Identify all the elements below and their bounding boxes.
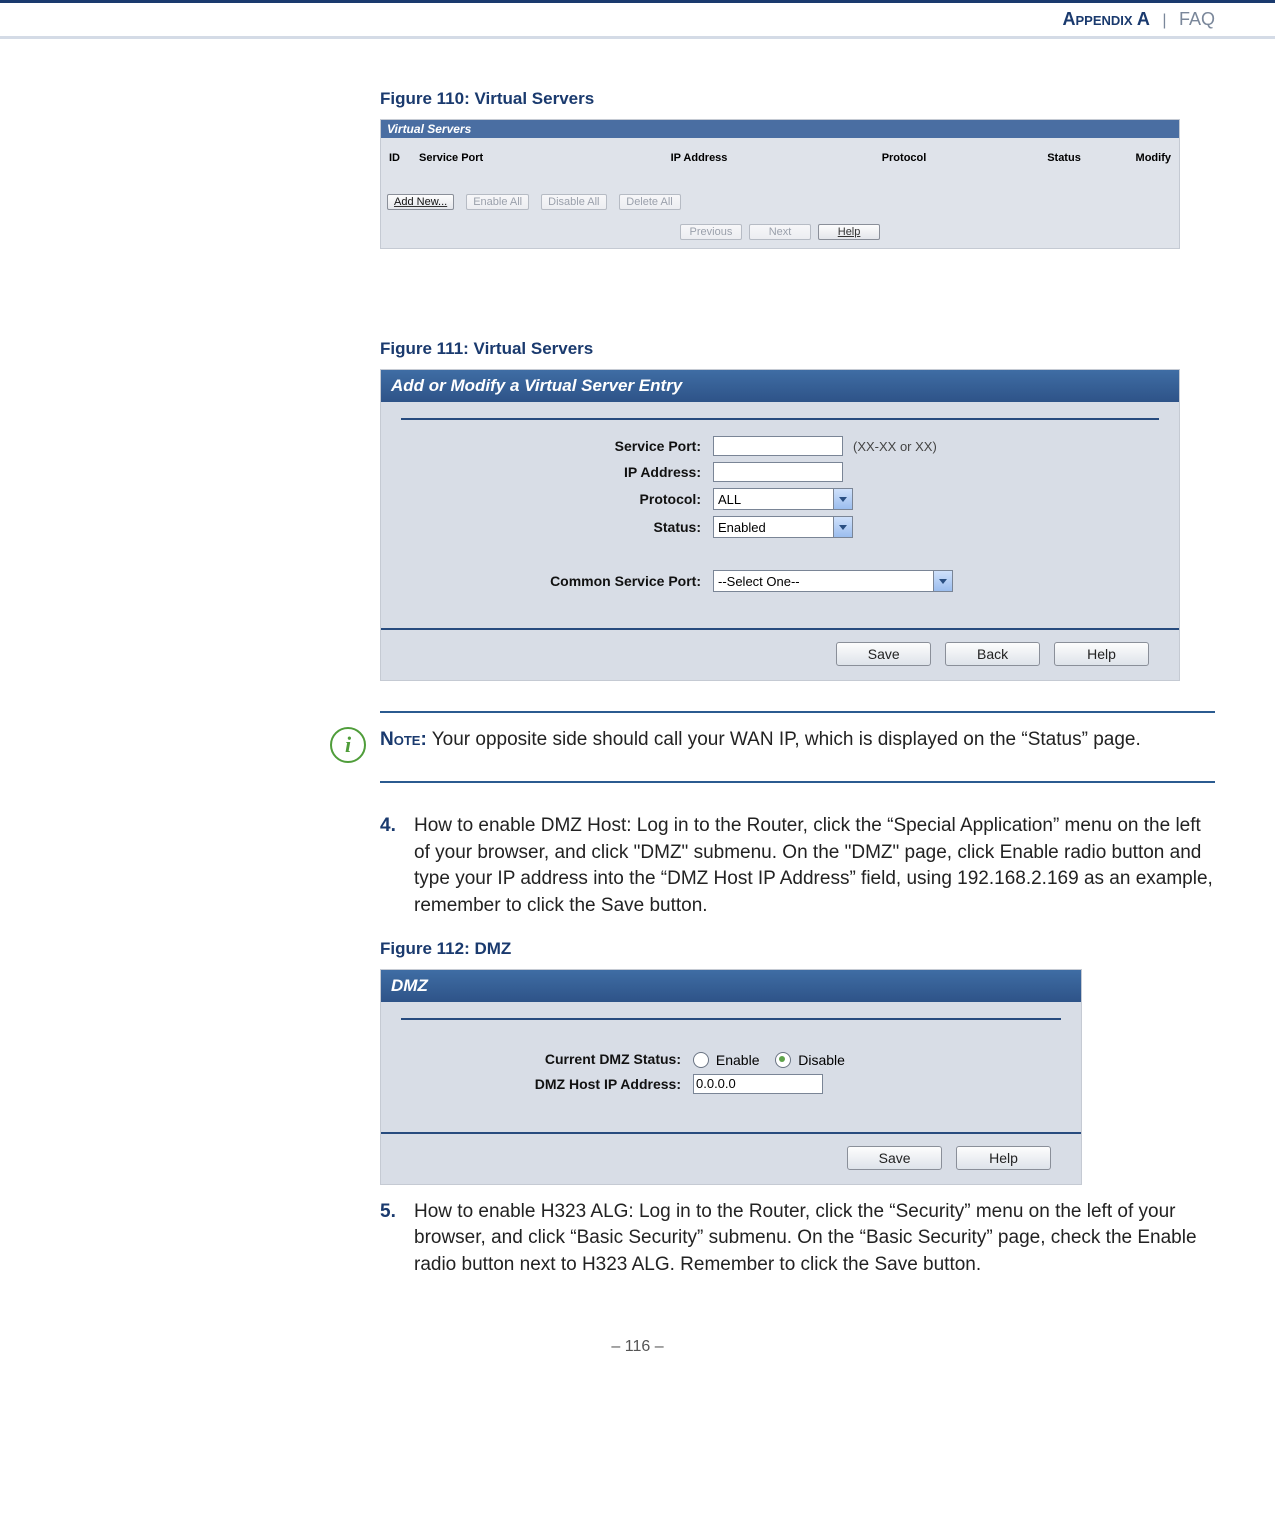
fig110-button-row-1: Add New... Enable All Disable All Delete… <box>381 190 1179 214</box>
enable-all-button[interactable]: Enable All <box>466 194 529 210</box>
col-id: ID <box>389 152 419 164</box>
fig110-column-headers: ID Service Port IP Address Protocol Stat… <box>381 138 1179 180</box>
figure-110-panel: Virtual Servers ID Service Port IP Addre… <box>380 119 1180 249</box>
disable-all-button[interactable]: Disable All <box>541 194 606 210</box>
ip-address-input[interactable] <box>713 462 843 482</box>
col-ip-address: IP Address <box>589 152 809 164</box>
protocol-value: ALL <box>718 492 741 507</box>
help-button[interactable]: Help <box>956 1146 1051 1170</box>
status-select[interactable]: Enabled <box>713 516 853 538</box>
page-header: Appendix A | FAQ <box>0 0 1275 39</box>
note-text: Your opposite side should call your WAN … <box>427 729 1141 750</box>
protocol-select[interactable]: ALL <box>713 488 853 510</box>
service-port-hint: (XX-XX or XX) <box>853 439 937 454</box>
fig110-panel-title: Virtual Servers <box>381 120 1179 138</box>
label-service-port: Service Port: <box>401 438 713 454</box>
col-modify: Modify <box>1129 152 1171 164</box>
service-port-input[interactable] <box>713 436 843 456</box>
add-new-button[interactable]: Add New... <box>387 194 454 210</box>
label-status: Status: <box>401 519 713 535</box>
fig111-panel-title: Add or Modify a Virtual Server Entry <box>381 370 1179 402</box>
step-5: 5. How to enable H323 ALG: Log in to the… <box>380 1199 1215 1279</box>
disable-radio[interactable] <box>775 1052 791 1068</box>
common-service-port-select[interactable]: --Select One-- <box>713 570 953 592</box>
chevron-down-icon <box>933 571 952 591</box>
back-button[interactable]: Back <box>945 642 1040 666</box>
col-service-port: Service Port <box>419 152 589 164</box>
info-icon: i <box>330 727 366 763</box>
common-service-port-value: --Select One-- <box>718 574 800 589</box>
label-common-service-port: Common Service Port: <box>401 573 713 589</box>
label-protocol: Protocol: <box>401 491 713 507</box>
enable-radio-label: Enable <box>716 1052 760 1068</box>
figure-111-title: Figure 111: Virtual Servers <box>380 339 1215 359</box>
fig110-button-row-2: Previous Next Help <box>381 214 1179 248</box>
page-number: – 116 – <box>0 1338 1275 1356</box>
fig111-button-row: Save Back Help <box>381 628 1179 680</box>
step-4-number: 4. <box>380 813 414 919</box>
dmz-host-ip-input[interactable] <box>693 1074 823 1094</box>
label-ip-address: IP Address: <box>401 464 713 480</box>
step-4: 4. How to enable DMZ Host: Log in to the… <box>380 813 1215 919</box>
enable-radio[interactable] <box>693 1052 709 1068</box>
status-value: Enabled <box>718 520 766 535</box>
col-status: Status <box>999 152 1129 164</box>
figure-110-title: Figure 110: Virtual Servers <box>380 89 1215 109</box>
previous-button[interactable]: Previous <box>680 224 742 240</box>
fig112-panel-title: DMZ <box>381 970 1081 1002</box>
chevron-down-icon <box>833 517 852 537</box>
header-appendix: Appendix A <box>1063 9 1150 29</box>
note-title: Note: <box>380 729 427 750</box>
save-button[interactable]: Save <box>836 642 931 666</box>
figure-112-panel: DMZ Current DMZ Status: Enable Disable D… <box>380 969 1082 1184</box>
figure-112-title: Figure 112: DMZ <box>380 939 1215 959</box>
delete-all-button[interactable]: Delete All <box>619 194 681 210</box>
step-5-number: 5. <box>380 1199 414 1279</box>
note-block: i Note: Your opposite side should call y… <box>330 727 1215 763</box>
col-protocol: Protocol <box>809 152 999 164</box>
figure-111-panel: Add or Modify a Virtual Server Entry Ser… <box>380 369 1180 681</box>
help-button[interactable]: Help <box>818 224 880 240</box>
save-button[interactable]: Save <box>847 1146 942 1170</box>
step-5-text: How to enable H323 ALG: Log in to the Ro… <box>414 1199 1215 1279</box>
next-button[interactable]: Next <box>749 224 811 240</box>
header-separator: | <box>1162 12 1166 29</box>
help-button[interactable]: Help <box>1054 642 1149 666</box>
label-current-dmz-status: Current DMZ Status: <box>401 1051 693 1067</box>
chevron-down-icon <box>833 489 852 509</box>
fig112-button-row: Save Help <box>381 1132 1081 1184</box>
label-dmz-host-ip: DMZ Host IP Address: <box>401 1076 693 1092</box>
header-faq: FAQ <box>1179 9 1215 29</box>
disable-radio-label: Disable <box>798 1052 845 1068</box>
step-4-text: How to enable DMZ Host: Log in to the Ro… <box>414 813 1215 919</box>
